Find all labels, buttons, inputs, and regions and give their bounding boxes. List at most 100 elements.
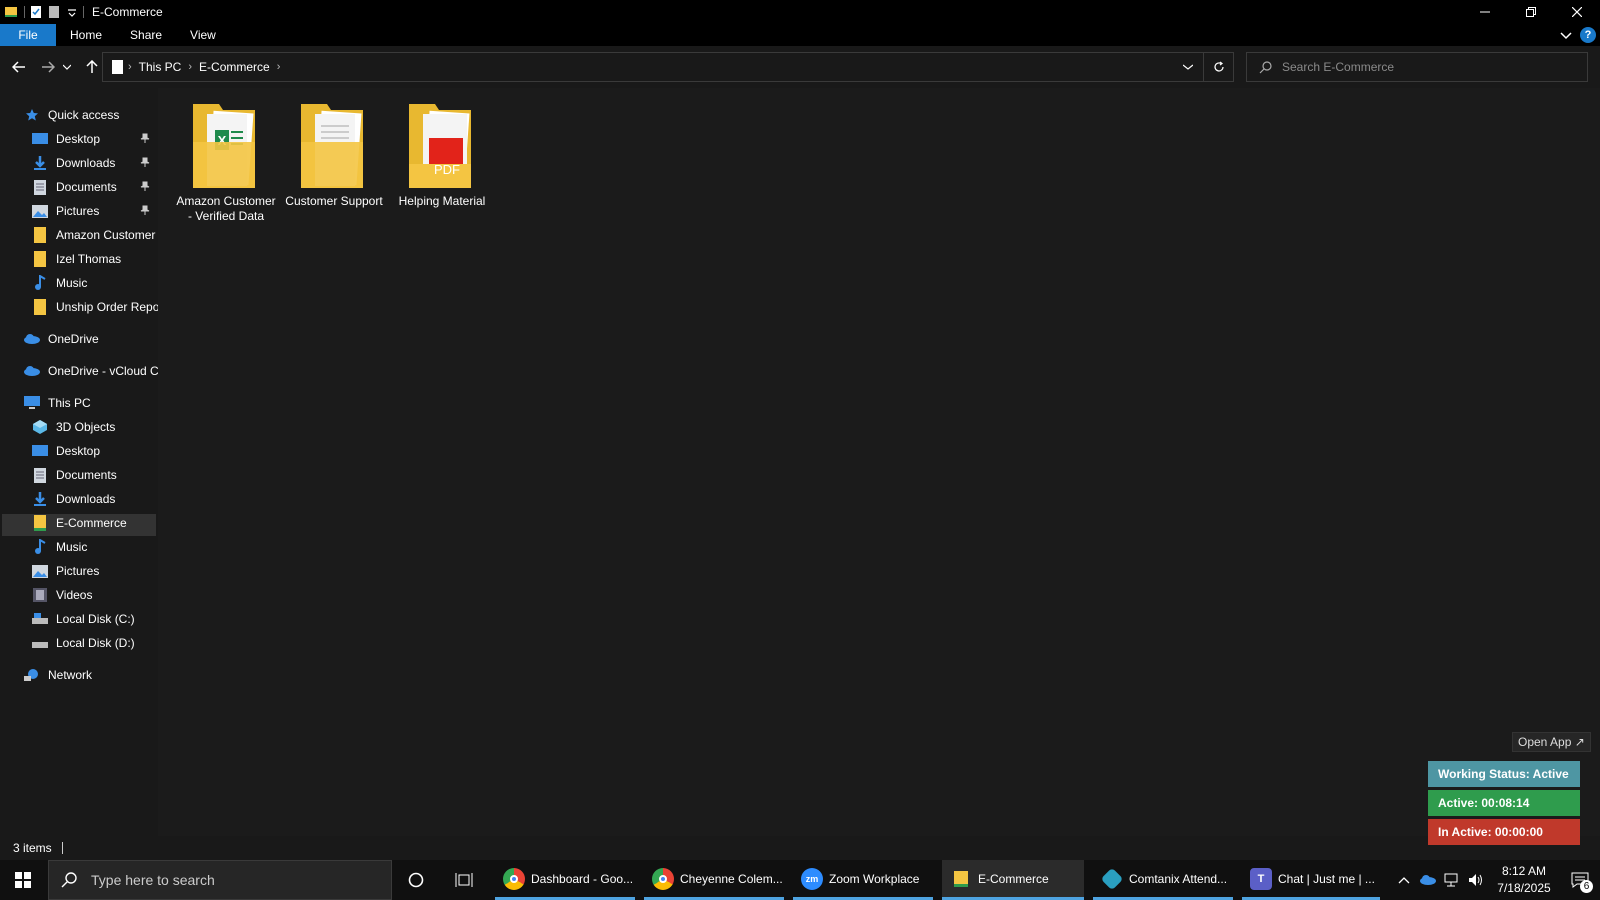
nav-quick-music[interactable]: Music (32, 272, 87, 294)
nav-quick-izel-thomas[interactable]: Izel Thomas (32, 248, 121, 270)
nav-label: OneDrive (48, 332, 99, 346)
refresh-button[interactable] (1203, 53, 1233, 81)
tab-file[interactable]: File (0, 24, 56, 46)
taskbar-app-label: E-Commerce (978, 871, 1049, 886)
breadcrumb-this-pc[interactable]: This PC (139, 60, 182, 74)
show-hidden-icons-button[interactable] (1392, 860, 1416, 900)
taskbar-app-e-commerce[interactable]: E-Commerce (942, 860, 1084, 900)
nav-label: Network (48, 668, 93, 682)
nav-pc-music[interactable]: Music (32, 536, 87, 558)
nav-this-pc[interactable]: This PC (24, 392, 91, 414)
nav-pc-local-disk-d[interactable]: Local Disk (D:) (32, 632, 135, 654)
nav-onedrive[interactable]: OneDrive (24, 328, 99, 350)
tab-view[interactable]: View (176, 24, 230, 46)
chrome-icon (652, 867, 674, 890)
documents-icon (32, 467, 48, 483)
taskbar-app-label: Cheyenne Colem... (680, 871, 783, 886)
nav-pc-downloads[interactable]: Downloads (32, 488, 115, 510)
expand-ribbon-icon[interactable] (1560, 29, 1572, 41)
open-app-button[interactable]: Open App ↗ (1512, 732, 1591, 752)
nav-quick-amazon-customer[interactable]: Amazon Customer (32, 224, 155, 246)
taskbar-app-dashboard[interactable]: Dashboard - Goo... (495, 860, 635, 900)
pin-icon (140, 132, 150, 146)
properties-icon[interactable] (29, 5, 43, 19)
nav-pc-local-disk-c[interactable]: Local Disk (C:) (32, 608, 135, 630)
nav-label: Downloads (56, 156, 116, 170)
folder-excel-icon: X (193, 104, 255, 188)
task-view-button[interactable] (440, 860, 488, 900)
folder-icon (32, 251, 48, 267)
nav-pc-desktop[interactable]: Desktop (32, 440, 100, 462)
taskbar-app-label: Dashboard - Goo... (531, 871, 634, 886)
nav-pc-documents[interactable]: Documents (32, 464, 117, 486)
network-icon (24, 667, 40, 683)
pdf-label: PDF (434, 162, 460, 177)
onedrive-tray-button[interactable] (1416, 860, 1440, 900)
back-button[interactable] (8, 56, 30, 78)
cloud-icon (24, 331, 40, 347)
item-count: 3 items (13, 841, 52, 855)
forward-button[interactable] (37, 56, 59, 78)
nav-pc-pictures[interactable]: Pictures (32, 560, 99, 582)
window-title: E-Commerce (92, 5, 163, 19)
start-button[interactable] (0, 860, 46, 900)
customize-quick-access-icon[interactable] (65, 5, 79, 19)
nav-quick-downloads[interactable]: Downloads (32, 152, 150, 174)
nav-label: Documents (56, 180, 117, 194)
cortana-button[interactable] (392, 860, 440, 900)
inactive-time-badge: In Active: 00:00:00 (1428, 819, 1580, 845)
chevron-up-icon (1398, 877, 1410, 884)
help-icon[interactable]: ? (1580, 27, 1596, 43)
nav-quick-desktop[interactable]: Desktop (32, 128, 150, 150)
ribbon-right: ? (1560, 24, 1596, 46)
working-status-badge: Working Status: Active (1428, 761, 1580, 787)
folder-tile[interactable]: Customer Support (284, 102, 384, 209)
up-button[interactable] (81, 56, 103, 78)
arrow-left-icon (12, 61, 25, 73)
tab-home[interactable]: Home (56, 24, 116, 46)
pictures-icon (32, 203, 48, 219)
minimize-button[interactable] (1462, 0, 1508, 24)
tab-share[interactable]: Share (116, 24, 176, 46)
nav-label: Videos (56, 588, 93, 602)
nav-pc-3d-objects[interactable]: 3D Objects (32, 416, 115, 438)
nav-quick-unship-order-report[interactable]: Unship Order Report (32, 296, 158, 318)
taskbar-app-label: Zoom Workplace (829, 871, 920, 886)
taskbar-app-zoom[interactable]: zm Zoom Workplace (793, 860, 933, 900)
volume-tray-button[interactable] (1464, 860, 1488, 900)
folder-tile[interactable]: PDF Helping Material (392, 102, 492, 209)
divider (61, 842, 63, 854)
recent-locations-button[interactable] (61, 56, 73, 78)
search-input[interactable] (1282, 60, 1572, 74)
address-bar[interactable]: › This PC › E-Commerce › (102, 52, 1234, 82)
search-box[interactable] (1246, 52, 1588, 82)
taskbar-app-teams[interactable]: T Chat | Just me | ... (1242, 860, 1380, 900)
notification-center-button[interactable]: 6 (1560, 860, 1600, 900)
nav-pc-videos[interactable]: Videos (32, 584, 92, 606)
active-time-badge: Active: 00:08:14 (1428, 790, 1580, 816)
network-tray-button[interactable] (1440, 860, 1464, 900)
nav-quick-documents[interactable]: Documents (32, 176, 150, 198)
breadcrumb-e-commerce[interactable]: E-Commerce (199, 60, 270, 74)
clock[interactable]: 8:12 AM 7/18/2025 (1488, 863, 1560, 897)
restore-button[interactable] (1508, 0, 1554, 24)
nav-pc-e-commerce[interactable]: E-Commerce (32, 512, 127, 534)
star-icon (24, 107, 40, 123)
taskbar-search[interactable] (48, 860, 392, 900)
address-history-button[interactable] (1173, 53, 1203, 81)
folder-tile[interactable]: X Amazon Customer - Verified Data (176, 102, 276, 224)
cloud-icon (24, 363, 40, 379)
nav-onedrive-vcloud[interactable]: OneDrive - vCloud Cl (24, 360, 158, 382)
new-folder-icon[interactable] (47, 5, 61, 19)
search-icon (1259, 60, 1272, 73)
nav-quick-access[interactable]: Quick access (24, 104, 119, 126)
nav-network[interactable]: Network (24, 664, 92, 686)
close-button[interactable] (1554, 0, 1600, 24)
teams-icon: T (1250, 867, 1272, 890)
location-icon (112, 60, 123, 74)
taskbar-search-input[interactable] (91, 872, 361, 888)
folder-name: Helping Material (398, 194, 486, 208)
nav-quick-pictures[interactable]: Pictures (32, 200, 150, 222)
taskbar-app-comtanix[interactable]: Comtanix Attend... (1093, 860, 1233, 900)
taskbar-app-cheyenne[interactable]: Cheyenne Colem... (644, 860, 784, 900)
